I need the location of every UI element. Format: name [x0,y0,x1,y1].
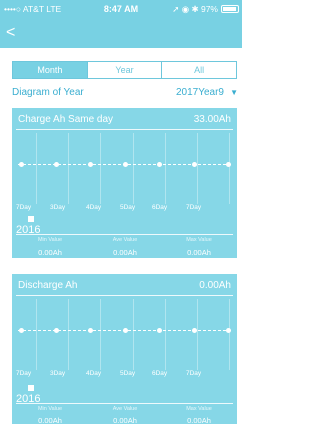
divider [16,403,233,404]
data-point [157,328,162,333]
data-point [226,162,231,167]
data-point [88,162,93,167]
diagram-label: Diagram of Year [12,87,84,98]
diagram-period-value[interactable]: 2017Year9 [176,87,224,98]
data-point [192,328,197,333]
tick-label: 7Day [186,370,202,377]
tick-label: 5Day [120,370,136,377]
discharge-chart-card: Discharge Ah 0.00Ah 7Day 3Day 4Day 5Day … [12,274,237,425]
tick-label: 5Day [120,204,136,211]
chart-total: 0.00Ah [199,280,231,291]
tick-label: 3Day [50,370,66,377]
data-point [226,328,231,333]
tick-label: 7Day [16,370,32,377]
chart-series-line [16,160,233,170]
tick-label: 3Day [50,204,66,211]
tick-label: 7Day [16,204,32,211]
divider [16,295,233,296]
min-value: 0.00Ah [38,416,62,425]
legend-marker [28,216,34,222]
header-bar: ••••○ AT&T LTE 8:47 AM ➚ ◉ ✱ 97% < [0,0,242,48]
data-point [123,328,128,333]
max-value-label: Max Value [186,237,212,243]
data-point [123,162,128,167]
min-value-label: Min Value [37,406,63,412]
x-axis-ticks: 7Day 3Day 4Day 5Day 6Day 7Day [12,204,237,214]
status-bar: ••••○ AT&T LTE 8:47 AM ➚ ◉ ✱ 97% [0,0,242,18]
data-point [54,162,59,167]
tab-month[interactable]: Month [13,62,87,78]
status-icons: ➚ ◉ ✱ 97% [172,4,218,14]
data-point [192,162,197,167]
divider [16,129,233,130]
tick-label: 4Day [86,204,102,211]
data-point [19,162,24,167]
data-point [54,328,59,333]
x-axis-ticks: 7Day 3Day 4Day 5Day 6Day 7Day [12,370,237,380]
battery-icon [221,5,239,13]
chart-series-line [16,326,233,336]
ave-value: 0.00Ah [113,248,137,257]
max-value-label: Max Value [186,406,212,412]
min-value: 0.00Ah [38,248,62,257]
tick-label: 4Day [86,370,102,377]
chart-title: Charge Ah Same day [18,114,114,125]
tab-year[interactable]: Year [86,62,162,78]
min-value-label: Min Value [37,237,63,243]
legend-marker [28,385,34,391]
max-value: 0.00Ah [187,248,211,257]
tick-label: 6Day [152,204,168,211]
ave-value: 0.00Ah [113,416,137,425]
data-point [157,162,162,167]
tab-all[interactable]: All [161,62,237,78]
divider [16,234,233,235]
tick-label: 6Day [152,370,168,377]
charge-chart-card: Charge Ah Same day 33.00Ah 7Day 3Day 4Da… [12,108,237,258]
chart-total: 33.00Ah [193,114,231,125]
tick-label: 7Day [186,204,202,211]
ave-value-label: Ave Value [112,237,138,243]
diagram-selector[interactable]: Diagram of Year 2017Year9 ▼ [12,87,240,99]
period-segmented-control: Month Year All [12,61,237,79]
chart-title: Discharge Ah [18,280,78,291]
back-button[interactable]: < [6,24,15,42]
ave-value-label: Ave Value [112,406,138,412]
max-value: 0.00Ah [187,416,211,425]
data-point [88,328,93,333]
data-point [19,328,24,333]
dropdown-arrow-icon[interactable]: ▼ [230,88,238,97]
